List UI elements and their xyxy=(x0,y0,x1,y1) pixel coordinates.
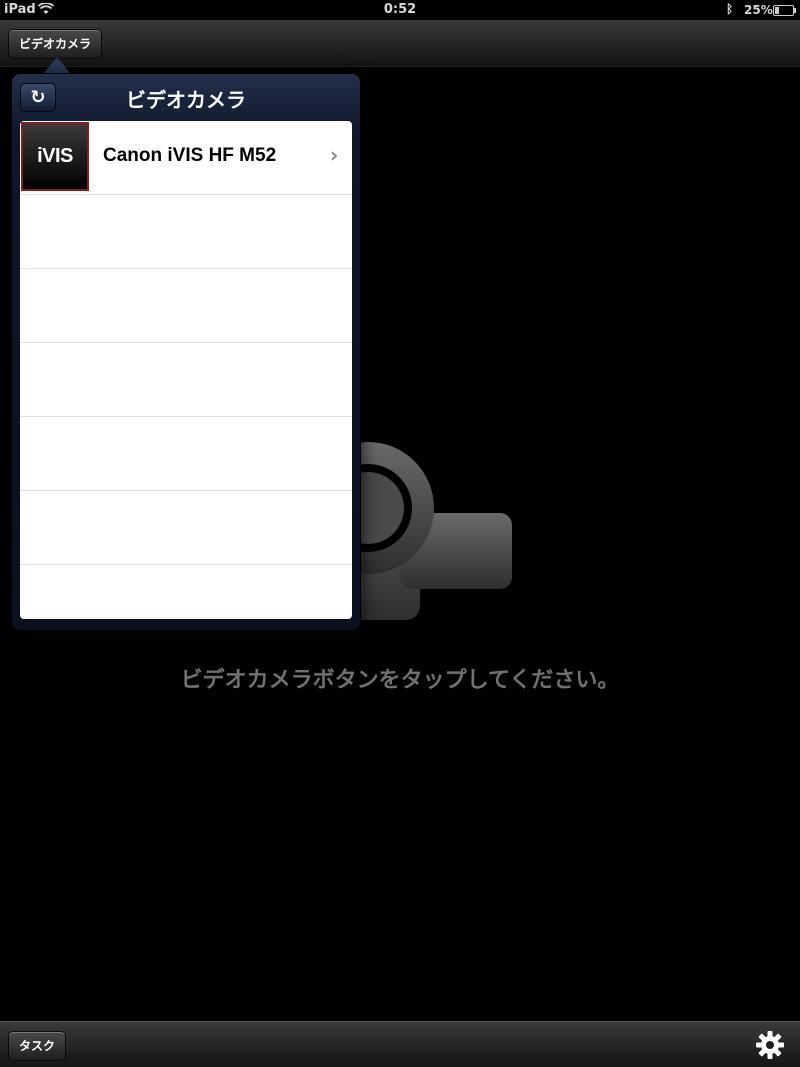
device-row[interactable]: iVIS Canon iVIS HF M52 › xyxy=(20,121,352,195)
clock: 0:52 xyxy=(383,2,417,17)
battery-percent: 25% xyxy=(744,3,773,17)
task-button[interactable]: タスク xyxy=(8,1031,67,1061)
bluetooth-icon: ᛒ xyxy=(726,2,734,16)
popover-title: ビデオカメラ xyxy=(126,88,246,112)
hint-text: ビデオカメラボタンをタップしてください。 xyxy=(180,668,620,693)
device-name: Canon iVIS HF M52 xyxy=(103,145,277,166)
list-item xyxy=(20,343,352,417)
ivis-logo: iVIS xyxy=(21,122,89,191)
list-item xyxy=(20,269,352,343)
list-item xyxy=(20,491,352,565)
device-list: iVIS Canon iVIS HF M52 › xyxy=(20,121,352,619)
list-item xyxy=(20,195,352,269)
video-camera-button[interactable]: ビデオカメラ xyxy=(8,29,103,59)
top-toolbar: ビデオカメラ xyxy=(0,20,800,67)
battery-icon xyxy=(773,5,796,16)
list-item xyxy=(20,417,352,491)
status-bar: iPad 0:52 ᛒ 25% xyxy=(0,0,800,20)
bottom-toolbar: タスク xyxy=(0,1021,800,1067)
screen: iPad 0:52 ᛒ 25% ビデオカメラ ビデオカメラボタンをタップしてくだ… xyxy=(0,0,800,1067)
gear-icon[interactable] xyxy=(755,1030,785,1060)
video-camera-popover: ↻ ビデオカメラ iVIS Canon iVIS HF M52 › xyxy=(11,73,361,631)
popover-arrow xyxy=(44,57,70,73)
chevron-right-icon: › xyxy=(330,143,339,167)
battery-fill xyxy=(775,7,779,14)
